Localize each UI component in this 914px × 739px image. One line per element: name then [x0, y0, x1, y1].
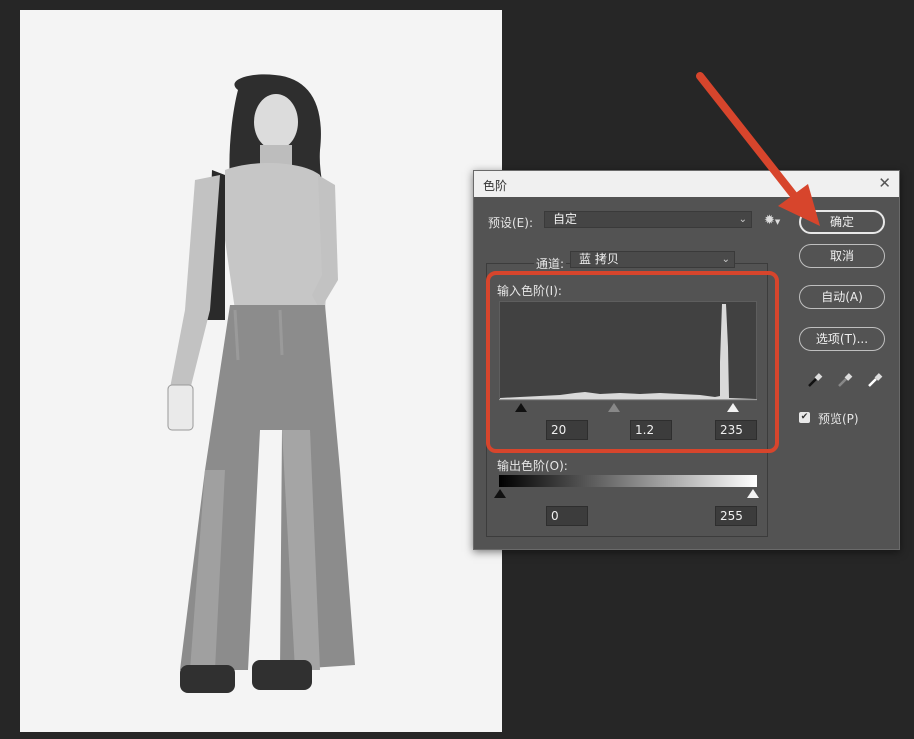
input-gamma-handle[interactable]: [608, 403, 620, 412]
ok-button[interactable]: 确定: [799, 210, 885, 234]
output-levels-label: 输出色阶(O):: [497, 459, 568, 473]
eyedropper-gray-icon[interactable]: [836, 371, 854, 389]
chevron-down-icon: ⌄: [738, 214, 747, 225]
dialog-title: 色阶: [483, 179, 508, 193]
output-white-field[interactable]: 255: [715, 506, 757, 526]
output-black-handle[interactable]: [494, 489, 506, 498]
options-button[interactable]: 选项(T)...: [799, 327, 885, 351]
document-canvas[interactable]: [20, 10, 502, 732]
output-black-field[interactable]: 0: [546, 506, 588, 526]
input-white-field[interactable]: 235: [715, 420, 757, 440]
auto-button[interactable]: 自动(A): [799, 285, 885, 309]
preset-value: 自定: [553, 212, 578, 226]
preset-label: 预设(E):: [488, 216, 533, 230]
eyedropper-white-icon[interactable]: [866, 371, 884, 389]
photo-figure: [167, 74, 355, 693]
dialog-titlebar[interactable]: 色阶 ✕: [474, 171, 899, 197]
chevron-down-icon: ⌄: [721, 254, 730, 265]
output-gradient: [499, 475, 757, 487]
channel-label: 通道:: [534, 255, 567, 272]
output-white-handle[interactable]: [747, 489, 759, 498]
preview-label: 预览(P): [818, 412, 859, 426]
input-slider-track: [499, 399, 757, 400]
channel-value: 蓝 拷贝: [579, 252, 619, 266]
channel-select[interactable]: 蓝 拷贝 ⌄: [570, 251, 735, 268]
histogram: [499, 301, 757, 401]
preset-select[interactable]: 自定 ⌄: [544, 211, 752, 228]
input-black-point-handle[interactable]: [515, 403, 527, 412]
input-gamma-field[interactable]: 1.2: [630, 420, 672, 440]
cancel-button[interactable]: 取消: [799, 244, 885, 268]
input-black-field[interactable]: 20: [546, 420, 588, 440]
input-levels-label: 输入色阶(I):: [497, 284, 562, 298]
eyedropper-black-icon[interactable]: [806, 371, 824, 389]
input-white-point-handle[interactable]: [727, 403, 739, 412]
levels-dialog: 色阶 ✕ 预设(E): 自定 ⌄ ✹▼ 通道: 蓝 拷贝 ⌄ 输入色阶(I): …: [473, 170, 900, 550]
close-icon[interactable]: ✕: [878, 174, 891, 192]
preview-checkbox[interactable]: ✔: [799, 412, 810, 423]
gear-icon[interactable]: ✹▼: [764, 213, 780, 228]
